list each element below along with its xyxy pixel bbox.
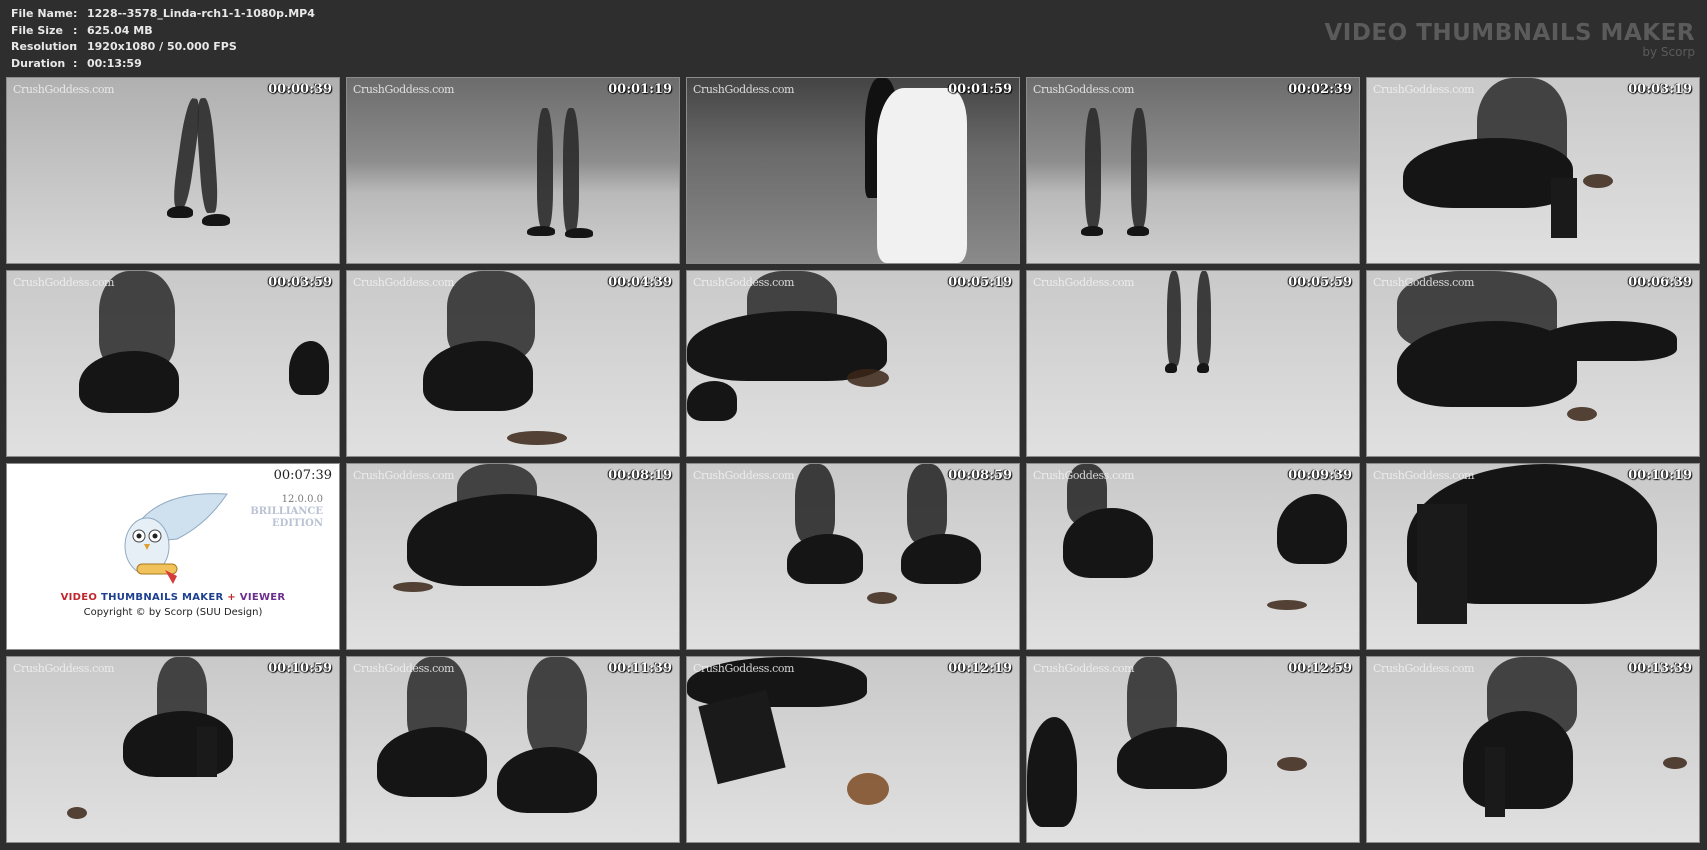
watermark: CrushGoddess.com xyxy=(693,276,795,289)
file-info-panel: File Name : 1228--3578_Linda-rch1-1-1080… xyxy=(11,6,315,72)
thumbnail[interactable]: CrushGoddess.com 00:08:59 xyxy=(686,463,1020,650)
watermark: CrushGoddess.com xyxy=(1373,469,1475,482)
thumbnail[interactable]: CrushGoddess.com 00:00:39 xyxy=(6,77,340,264)
watermark: CrushGoddess.com xyxy=(1373,83,1475,96)
thumbnail[interactable]: CrushGoddess.com 00:01:19 xyxy=(346,77,680,264)
app-logo-tile[interactable]: 00:07:39 12.0.0.0 BRILLIANCE EDITION VID… xyxy=(6,463,340,650)
timestamp: 00:01:59 xyxy=(948,82,1012,97)
thumbnail[interactable]: CrushGoddess.com 00:01:59 xyxy=(686,77,1020,264)
thumbnail[interactable]: CrushGoddess.com 00:05:19 xyxy=(686,270,1020,457)
separator: : xyxy=(73,7,78,20)
product-name: VIDEO THUMBNAILS MAKER + VIEWER xyxy=(7,592,339,603)
product-name-part-4: VIEWER xyxy=(239,592,286,603)
timestamp: 00:10:59 xyxy=(268,661,332,676)
watermark: CrushGoddess.com xyxy=(353,276,455,289)
thumbnail[interactable]: CrushGoddess.com 00:12:59 xyxy=(1026,656,1360,843)
timestamp: 00:13:39 xyxy=(1628,661,1692,676)
file-size-label: File Size xyxy=(11,23,63,37)
thumbnail[interactable]: CrushGoddess.com 00:12:19 xyxy=(686,656,1020,843)
timestamp: 00:10:19 xyxy=(1628,468,1692,483)
timestamp: 00:11:39 xyxy=(608,661,672,676)
thumbnail[interactable]: CrushGoddess.com 00:03:59 xyxy=(6,270,340,457)
file-size-value: 625.04 MB xyxy=(87,23,153,37)
thumbnail[interactable]: CrushGoddess.com 00:06:39 xyxy=(1366,270,1700,457)
file-name-value: 1228--3578_Linda-rch1-1-1080p.MP4 xyxy=(87,7,315,20)
duration-row: Duration : 00:13:59 xyxy=(11,56,315,73)
separator: : xyxy=(73,40,78,53)
separator: : xyxy=(73,23,78,37)
timestamp: 00:05:19 xyxy=(948,275,1012,290)
thumbnail[interactable]: CrushGoddess.com 00:10:59 xyxy=(6,656,340,843)
timestamp: 00:06:39 xyxy=(1628,275,1692,290)
thumbnail[interactable]: CrushGoddess.com 00:09:39 xyxy=(1026,463,1360,650)
file-name-label: File Name xyxy=(11,7,73,20)
product-name-part-1: VIDEO xyxy=(60,592,98,603)
brand-subtitle: by Scorp xyxy=(1642,45,1695,59)
resolution-value: 1920x1080 / 50.000 FPS xyxy=(87,40,237,53)
timestamp: 00:12:19 xyxy=(948,661,1012,676)
timestamp: 00:08:19 xyxy=(608,468,672,483)
watermark: CrushGoddess.com xyxy=(1033,83,1135,96)
watermark: CrushGoddess.com xyxy=(1033,276,1135,289)
thumbnail[interactable]: CrushGoddess.com 00:11:39 xyxy=(346,656,680,843)
watermark: CrushGoddess.com xyxy=(13,83,115,96)
resolution-label: Resolution xyxy=(11,40,78,53)
thumbnail[interactable]: CrushGoddess.com 00:13:39 xyxy=(1366,656,1700,843)
owl-logo-icon xyxy=(124,493,228,584)
copyright-text: Copyright © by Scorp (SUU Design) xyxy=(83,607,263,618)
timestamp: 00:08:59 xyxy=(948,468,1012,483)
timestamp: 00:03:19 xyxy=(1628,82,1692,97)
timestamp: 00:00:39 xyxy=(268,82,332,97)
product-name-part-3: + xyxy=(227,592,236,603)
watermark: CrushGoddess.com xyxy=(1373,662,1475,675)
thumbnail[interactable]: CrushGoddess.com 00:05:59 xyxy=(1026,270,1360,457)
thumbnail-grid: CrushGoddess.com 00:00:39 CrushGoddess.c… xyxy=(6,77,1700,843)
duration-value: 00:13:59 xyxy=(87,56,142,70)
watermark: CrushGoddess.com xyxy=(693,469,795,482)
separator: : xyxy=(73,56,78,70)
file-size-row: File Size : 625.04 MB xyxy=(11,23,315,40)
thumbnail[interactable]: CrushGoddess.com 00:08:19 xyxy=(346,463,680,650)
watermark: CrushGoddess.com xyxy=(353,662,455,675)
timestamp: 00:04:39 xyxy=(608,275,672,290)
timestamp: 00:09:39 xyxy=(1288,468,1352,483)
file-name-row: File Name : 1228--3578_Linda-rch1-1-1080… xyxy=(11,6,315,23)
thumbnail[interactable]: CrushGoddess.com 00:03:19 xyxy=(1366,77,1700,264)
timestamp: 00:01:19 xyxy=(608,82,672,97)
timestamp: 00:03:59 xyxy=(268,275,332,290)
duration-label: Duration xyxy=(11,56,66,70)
watermark: CrushGoddess.com xyxy=(693,662,795,675)
timestamp: 00:05:59 xyxy=(1288,275,1352,290)
watermark: CrushGoddess.com xyxy=(693,83,795,96)
watermark: CrushGoddess.com xyxy=(1033,662,1135,675)
watermark: CrushGoddess.com xyxy=(13,662,115,675)
thumbnail[interactable]: CrushGoddess.com 00:02:39 xyxy=(1026,77,1360,264)
resolution-row: Resolution : 1920x1080 / 50.000 FPS xyxy=(11,39,315,56)
brand-title: VIDEO THUMBNAILS MAKER xyxy=(1324,20,1695,46)
watermark: CrushGoddess.com xyxy=(1373,276,1475,289)
product-name-part-2: THUMBNAILS MAKER xyxy=(100,592,224,603)
watermark: CrushGoddess.com xyxy=(353,469,455,482)
brand-logo: VIDEO THUMBNAILS MAKER by Scorp xyxy=(1324,20,1695,59)
watermark: CrushGoddess.com xyxy=(13,276,115,289)
watermark: CrushGoddess.com xyxy=(353,83,455,96)
edition-line-1: BRILLIANCE xyxy=(250,506,323,517)
timestamp: 00:12:59 xyxy=(1288,661,1352,676)
thumbnail[interactable]: CrushGoddess.com 00:10:19 xyxy=(1366,463,1700,650)
version-number: 12.0.0.0 xyxy=(281,494,323,505)
version-info: 12.0.0.0 BRILLIANCE EDITION xyxy=(250,494,323,530)
thumbnail[interactable]: CrushGoddess.com 00:04:39 xyxy=(346,270,680,457)
watermark: CrushGoddess.com xyxy=(1033,469,1135,482)
timestamp: 00:02:39 xyxy=(1288,82,1352,97)
edition-line-2: EDITION xyxy=(272,518,323,529)
timestamp: 00:07:39 xyxy=(273,468,332,483)
